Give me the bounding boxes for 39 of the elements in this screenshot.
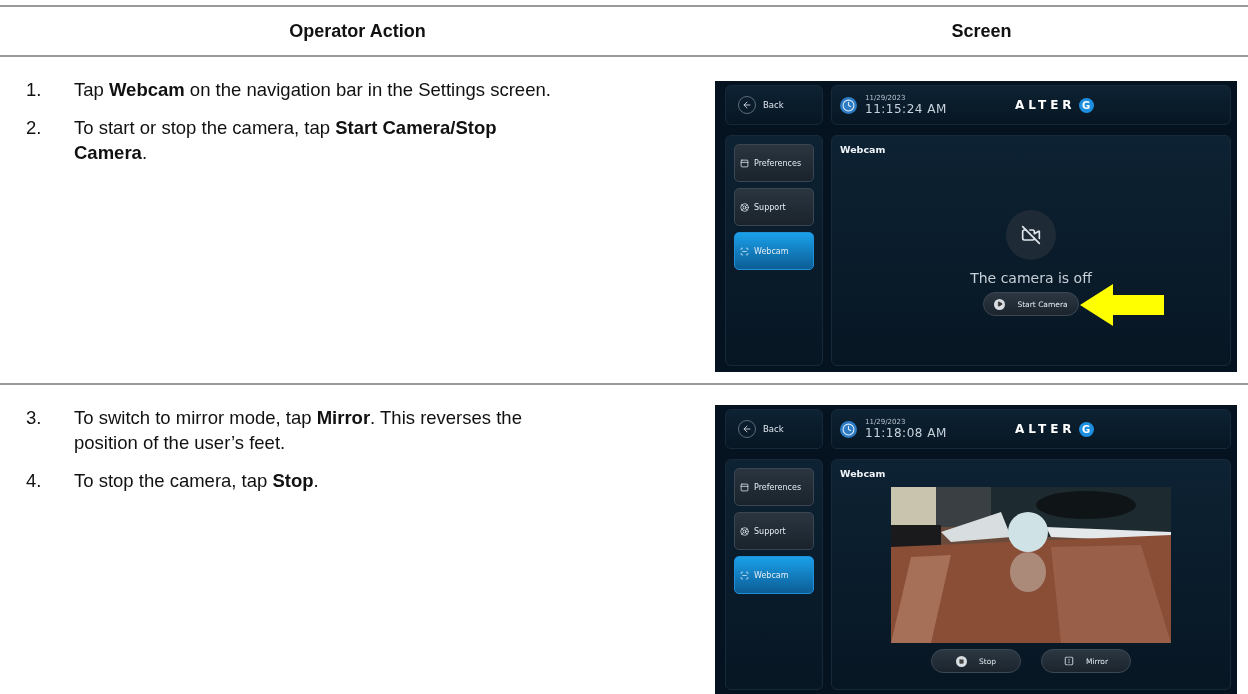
frame-icon <box>740 246 749 256</box>
lifebuoy-icon <box>740 202 749 212</box>
camera-off-icon <box>1006 210 1056 260</box>
logo-mark: G <box>1078 421 1094 437</box>
clock-icon <box>840 96 857 114</box>
nav-item[interactable]: Support <box>734 512 814 550</box>
clock-icon <box>840 420 857 438</box>
nav-item[interactable]: Preferences <box>734 468 814 506</box>
nav-item[interactable]: Webcam <box>734 556 814 594</box>
panel-icon <box>740 482 749 492</box>
play-icon <box>994 298 1006 310</box>
logo-text: ALTER <box>1015 98 1076 112</box>
logo-text: ALTER <box>1015 422 1076 436</box>
column-header: Screen <box>715 5 1248 57</box>
column-header: Operator Action <box>0 5 715 57</box>
step-text: Tap Webcam on the navigation bar in the Settings screen. <box>74 78 552 102</box>
step-text: To start or stop the camera, tap Start Camera/Stop Camera. <box>74 116 498 165</box>
back-button[interactable]: Back <box>738 96 784 114</box>
mirror-icon <box>1063 656 1074 666</box>
panel-title: Webcam <box>840 144 887 155</box>
frame-icon <box>740 570 749 580</box>
lifebuoy-icon <box>740 526 749 536</box>
step-number: 3. <box>26 406 43 430</box>
nav-item[interactable]: Webcam <box>734 232 814 270</box>
step-number: 1. <box>26 78 43 102</box>
time-text: 11:15:24 AM <box>865 102 948 116</box>
panel-title: Webcam <box>840 468 887 479</box>
time-text: 11:18:08 AM <box>865 426 948 440</box>
back-button[interactable]: Back <box>738 420 784 438</box>
panel-icon <box>740 158 749 168</box>
step-number: 2. <box>26 116 43 140</box>
nav-item[interactable]: Preferences <box>734 144 814 182</box>
step-number: 4. <box>26 469 43 493</box>
logo-mark: G <box>1078 97 1094 113</box>
step-text: To switch to mirror mode, tap Mirror. This reverses the position of the user’s feet. <box>74 406 523 455</box>
nav-item[interactable]: Support <box>734 188 814 226</box>
status-message: The camera is off <box>970 270 1092 286</box>
step-text: To stop the camera, tap Stop. <box>74 469 320 493</box>
stop-icon <box>955 655 967 667</box>
